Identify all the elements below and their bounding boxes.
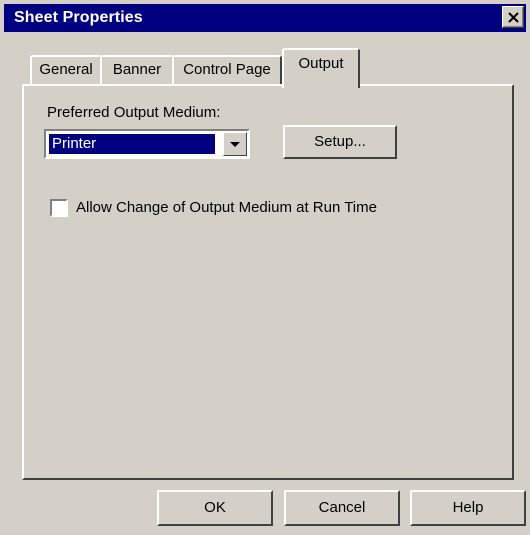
allow-change-checkbox[interactable]	[50, 199, 68, 217]
window-title: Sheet Properties	[14, 9, 143, 26]
cancel-button-label: Cancel	[318, 499, 366, 516]
tab-label: Banner	[112, 61, 162, 78]
help-button[interactable]: Help	[410, 490, 526, 526]
tab-label: General	[39, 61, 93, 78]
tab-control-page[interactable]: Control Page	[172, 55, 282, 85]
output-medium-value: Printer	[48, 133, 216, 155]
preferred-output-medium-label: Preferred Output Medium:	[47, 104, 221, 121]
tab-output[interactable]: Output	[282, 48, 360, 88]
tab-label: Control Page	[183, 61, 271, 78]
setup-button-label: Setup...	[314, 133, 366, 150]
close-icon	[508, 12, 519, 23]
setup-button[interactable]: Setup...	[283, 125, 397, 159]
allow-change-label[interactable]: Allow Change of Output Medium at Run Tim…	[76, 199, 377, 216]
close-button[interactable]	[502, 6, 524, 28]
tab-general[interactable]: General	[30, 55, 102, 85]
help-button-label: Help	[452, 499, 484, 516]
chevron-down-icon	[230, 142, 240, 147]
tab-banner[interactable]: Banner	[100, 55, 174, 85]
sheet-properties-dialog: Sheet Properties General Banner Control …	[0, 0, 530, 535]
ok-button-label: OK	[204, 499, 226, 516]
ok-button[interactable]: OK	[157, 490, 273, 526]
title-bar: Sheet Properties	[4, 4, 526, 32]
dropdown-button[interactable]	[223, 132, 247, 156]
cancel-button[interactable]: Cancel	[284, 490, 400, 526]
tab-label: Output	[298, 55, 344, 72]
output-medium-select[interactable]: Printer	[44, 129, 250, 159]
